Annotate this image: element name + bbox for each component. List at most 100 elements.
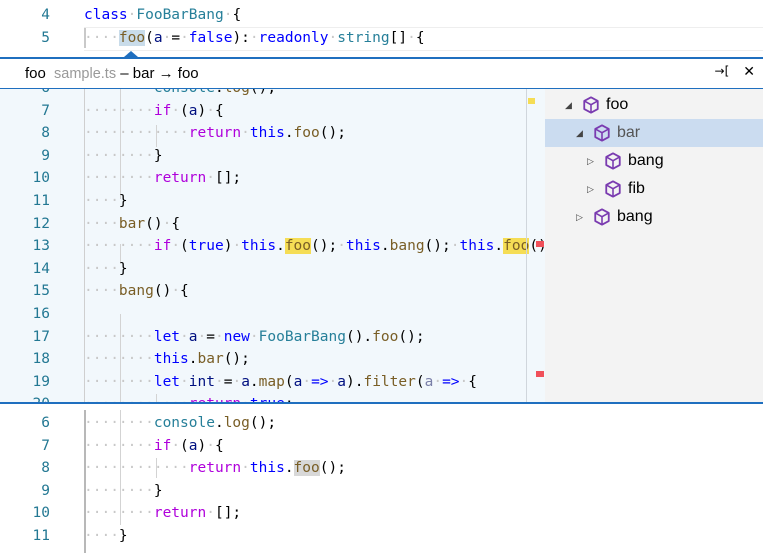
code-line[interactable]: 19 ········let·int·=·a.map(a·=>·a).filter… <box>0 371 545 394</box>
whitespace-token: ········ <box>84 147 154 164</box>
code-token: (); <box>398 328 425 345</box>
code-token: . <box>214 415 224 431</box>
code-token: . <box>494 238 504 255</box>
code-line[interactable]: 11 ····} <box>0 525 763 548</box>
code-token: (); <box>223 351 250 368</box>
line-number: 8 <box>41 460 50 477</box>
code-line[interactable]: 8 ············return·this.foo(); <box>0 122 545 145</box>
code-text: ····} <box>84 525 128 548</box>
code-token: readonly <box>258 29 329 46</box>
peek-file-name[interactable]: sample.ts <box>54 66 116 82</box>
code-token: let <box>153 328 181 345</box>
whitespace-token: ········ <box>84 89 154 96</box>
line-number: 15 <box>32 283 50 300</box>
code-token: this <box>153 351 189 368</box>
code-text: ········console.log(); <box>84 412 276 435</box>
open-in-editor-icon[interactable]: →[ <box>715 64 730 80</box>
chevron-right-icon[interactable]: ▷ <box>576 203 583 231</box>
whitespace-token: ········ <box>84 437 154 454</box>
code-text: ············return·this.foo(); <box>84 122 346 145</box>
code-line[interactable]: 4 class·FooBarBang·{ <box>0 4 763 27</box>
overview-ruler[interactable] <box>526 89 527 402</box>
whitespace-token: · <box>180 29 189 46</box>
tree-item[interactable]: ◢ bar <box>545 119 763 147</box>
code-line[interactable]: 20 ············return·true; <box>0 393 545 402</box>
chevron-down-icon[interactable]: ◢ <box>576 119 583 147</box>
tree-item-label: fib <box>628 180 645 197</box>
references-tree[interactable]: ◢ foo ◢ bar ▷ bang ▷ fib ▷ bang <box>545 89 763 402</box>
whitespace-token: ········ <box>84 351 154 368</box>
chevron-down-icon[interactable]: ◢ <box>565 91 572 119</box>
code-token: log <box>224 89 250 96</box>
main-editor-continued[interactable]: 6 ········console.log(); 7 ········if·(a)·{… <box>0 410 763 553</box>
code-line[interactable]: 6 ········console.log(); <box>0 412 763 435</box>
code-token: true <box>188 238 224 255</box>
whitespace-token: ········ <box>84 170 154 187</box>
code-token: let <box>153 373 181 390</box>
peek-symbol: foo <box>25 65 46 82</box>
code-text: ········if·(a)·{ <box>84 100 224 123</box>
tree-item[interactable]: ▷ bang <box>545 147 763 175</box>
code-token: []; <box>214 170 242 187</box>
whitespace-token: ········ <box>84 328 154 345</box>
code-line[interactable]: 8 ············return·this.foo(); <box>0 457 763 480</box>
code-text: ········this.bar(); <box>84 348 250 371</box>
method-icon <box>604 152 622 170</box>
whitespace-token: ········ <box>84 238 154 255</box>
main-editor[interactable]: 4 class·FooBarBang·{5 ····foo(a·=·false):·… <box>0 4 763 56</box>
code-line[interactable]: 18 ········this.bar(); <box>0 348 545 371</box>
code-line[interactable]: 9 ········} <box>0 480 763 503</box>
peek-widget: foo sample.ts – bar → foo →[ ✕ 6········… <box>0 51 763 404</box>
code-line[interactable]: 10 ········return·[]; <box>0 167 545 190</box>
peek-editor[interactable]: 6········console.log();7········if·(a)·{… <box>0 89 545 402</box>
code-token: (); <box>319 460 346 477</box>
whitespace-token: · <box>171 102 181 119</box>
code-line[interactable]: 16 <box>0 303 545 326</box>
code-line[interactable]: 14 ····} <box>0 258 545 281</box>
code-token: (); <box>424 238 451 255</box>
code-text: ········return·[]; <box>84 167 241 190</box>
code-line[interactable]: 10 ········return·[]; <box>0 502 763 525</box>
tree-item[interactable]: ▷ fib <box>545 175 763 203</box>
code-line[interactable]: 12 ····bar()·{ <box>0 213 545 236</box>
code-token: => <box>311 373 329 390</box>
code-token: new <box>223 328 250 345</box>
code-text: class·FooBarBang·{ <box>84 4 241 27</box>
whitespace-token: · <box>232 238 242 255</box>
code-line[interactable]: 11 ····} <box>0 190 545 213</box>
code-line[interactable]: 6 ········console.log(); <box>0 89 545 100</box>
code-token: . <box>249 373 259 390</box>
tree-item[interactable]: ▷ bang <box>545 203 763 231</box>
whitespace-token: · <box>249 328 259 345</box>
code-text: ····} <box>84 190 128 213</box>
line-number: 12 <box>32 215 50 232</box>
chevron-right-icon[interactable]: ▷ <box>587 147 594 175</box>
code-line[interactable]: 7 ········if·(a)·{ <box>0 100 545 123</box>
code-line[interactable]: 9 ········} <box>0 145 545 168</box>
code-token: a <box>188 328 198 345</box>
code-line[interactable]: 17 ········let·a·=·new·FooBarBang().foo()… <box>0 326 545 349</box>
chevron-right-icon[interactable]: ▷ <box>587 175 594 203</box>
code-token: a <box>241 373 250 390</box>
code-line[interactable]: 7 ········if·(a)·{ <box>0 435 763 458</box>
code-token: . <box>380 238 390 255</box>
code-line[interactable]: 13 ········if·(true)·this.foo();·this.ban… <box>0 235 545 258</box>
code-token: map <box>258 373 285 390</box>
whitespace-token: · <box>180 328 189 345</box>
whitespace-token: · <box>328 29 338 46</box>
line-number: 6 <box>41 415 50 431</box>
close-icon[interactable]: ✕ <box>743 64 755 80</box>
whitespace-token: ···· <box>84 193 119 209</box>
code-token: (). <box>345 328 373 345</box>
whitespace-token: · <box>302 373 312 390</box>
tree-item[interactable]: ◢ foo <box>545 91 763 119</box>
code-token: if <box>153 238 172 255</box>
code-token: ( <box>180 102 189 119</box>
overview-ruler-mark <box>528 98 535 105</box>
whitespace-token: · <box>241 125 250 142</box>
code-token: . <box>215 89 224 96</box>
code-line[interactable]: 15 ····bang()·{ <box>0 280 545 303</box>
whitespace-token: · <box>328 373 338 390</box>
code-token: this <box>249 125 285 142</box>
code-line[interactable]: 5 ····foo(a·=·false):·readonly·string[]·{ <box>0 27 763 50</box>
